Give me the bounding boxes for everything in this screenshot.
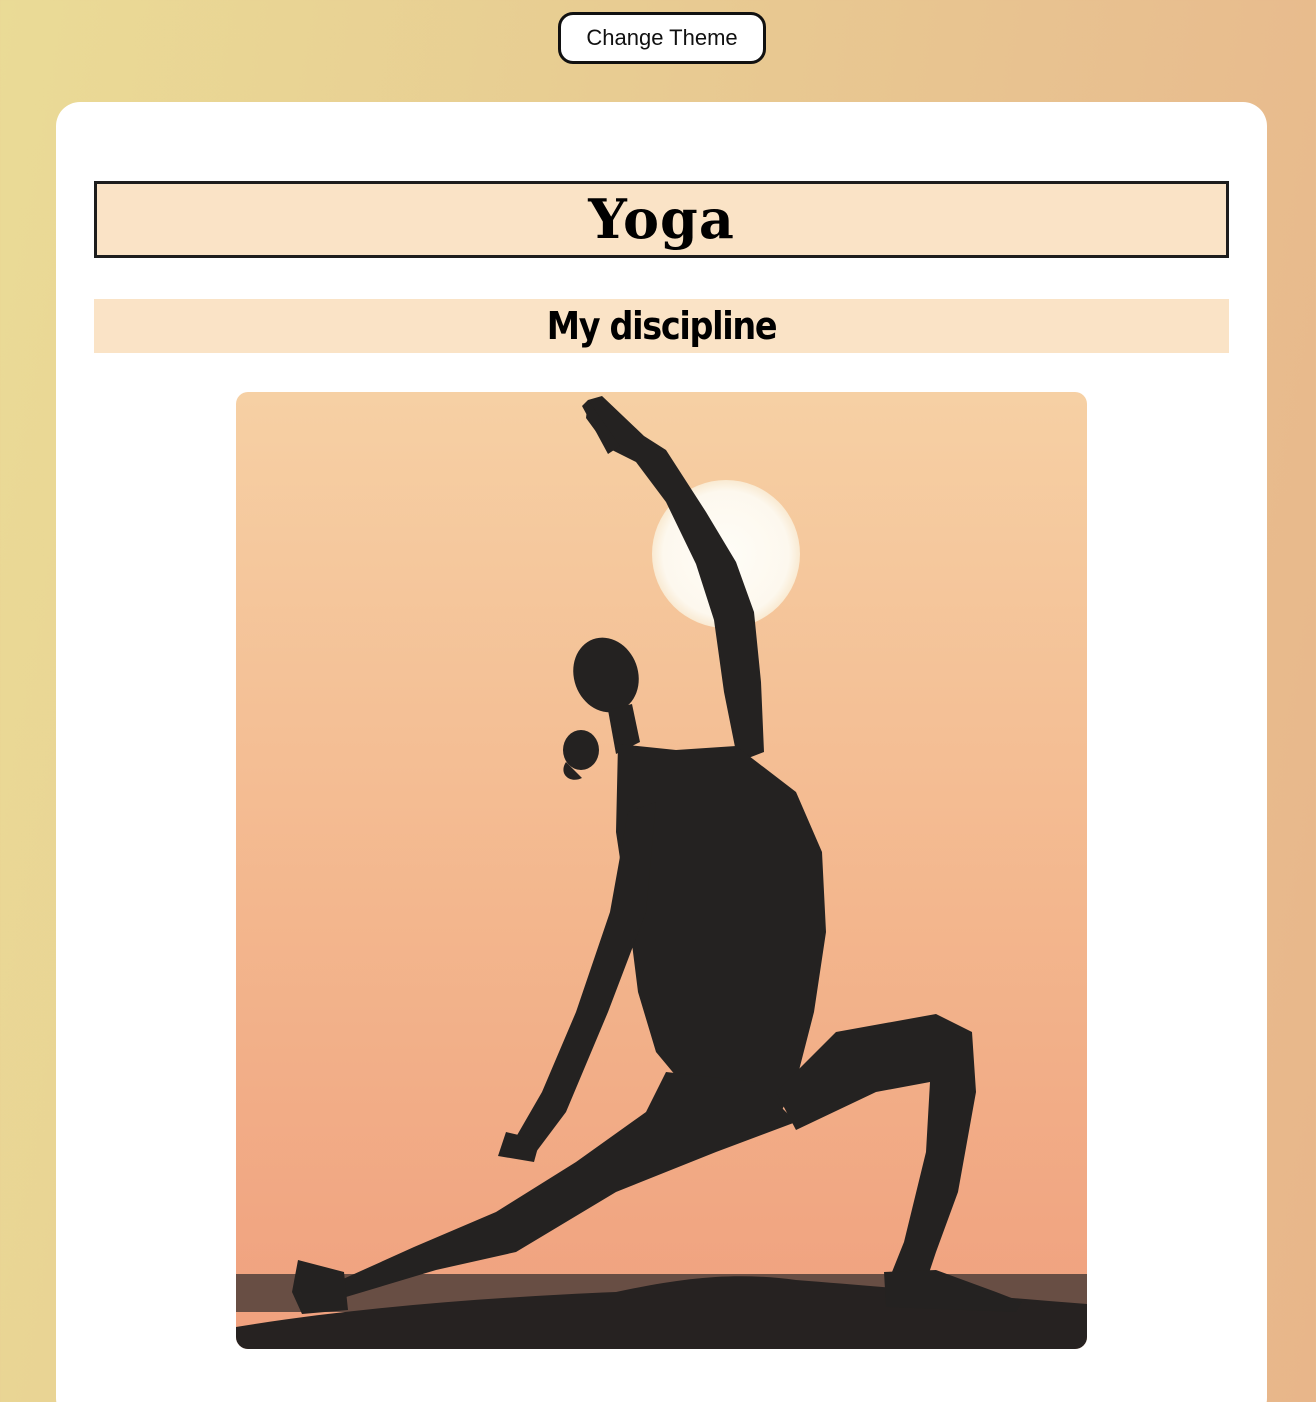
change-theme-button[interactable]: Change Theme (558, 12, 766, 64)
page-subtitle: My discipline (546, 304, 778, 348)
yoga-photo (236, 392, 1087, 1349)
yoga-silhouette-image (236, 392, 1087, 1349)
subtitle-box: My discipline (94, 299, 1229, 353)
content-card: Yoga My discipline (56, 102, 1267, 1402)
page-title: Yoga (588, 187, 735, 251)
page-title-box: Yoga (94, 181, 1229, 258)
